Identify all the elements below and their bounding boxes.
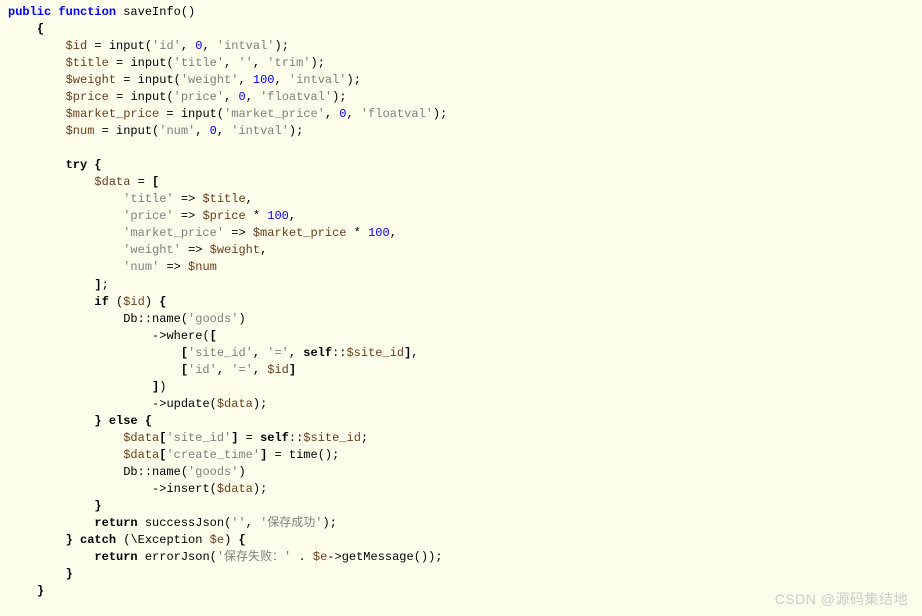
keyword-else: else: [109, 414, 138, 428]
var-price: $price: [66, 90, 109, 104]
keyword-function: function: [58, 5, 116, 19]
var-num: $num: [66, 124, 95, 138]
var-title: $title: [66, 56, 109, 70]
brace: {: [37, 22, 44, 36]
var-id: $id: [66, 39, 88, 53]
watermark: CSDN @源码集结地: [775, 590, 908, 610]
class-exception: Exception: [138, 533, 203, 547]
class-db: Db: [123, 312, 137, 326]
keyword-return: return: [94, 516, 137, 530]
var-market-price: $market_price: [66, 107, 160, 121]
keyword-public: public: [8, 5, 51, 19]
code-block: public function saveInfo() { $id = input…: [8, 4, 914, 600]
keyword-catch: catch: [80, 533, 116, 547]
var-weight: $weight: [66, 73, 116, 87]
var-data: $data: [94, 175, 130, 189]
keyword-try: try: [66, 158, 88, 172]
keyword-if: if: [94, 295, 108, 309]
function-name: saveInfo: [123, 5, 181, 19]
